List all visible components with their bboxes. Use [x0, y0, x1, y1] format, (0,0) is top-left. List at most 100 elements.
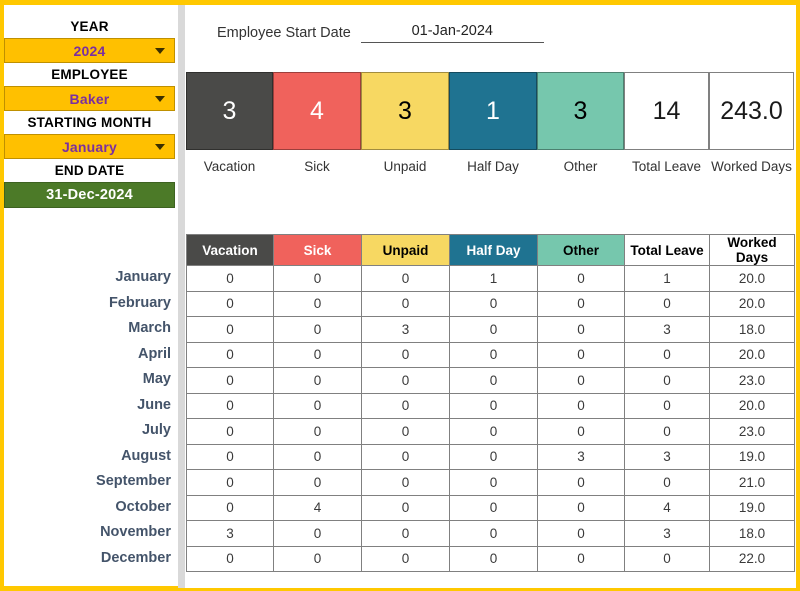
table-cell: 0 [186, 443, 274, 470]
monthly-leave-table-wrap: Vacation Sick Unpaid Half Day Other Total Lea… [186, 234, 795, 572]
table-cell: 22.0 [709, 545, 795, 572]
table-cell: 0 [449, 290, 538, 317]
table-cell: 0 [449, 418, 538, 445]
year-dropdown[interactable]: 2024 [4, 38, 175, 63]
table-cell: 4 [273, 494, 362, 521]
table-cell: 0 [449, 520, 538, 547]
table-body: 0 0 0 1 0 1 20.0 0 0 0 0 0 0 20.0 0 0 3 0 0 3 18.0 0 0 0 0 0 0 20.0… [186, 265, 795, 572]
month-label-july: July [141, 422, 171, 438]
table-cell: 0 [186, 290, 274, 317]
table-cell: 0 [624, 469, 710, 496]
table-cell: 0 [449, 392, 538, 419]
table-cell: 0 [624, 341, 710, 368]
month-label-february: February [108, 294, 171, 311]
end-date-label: END DATE [4, 159, 175, 182]
month-label-september: September [96, 473, 171, 489]
table-cell: 19.0 [709, 443, 795, 470]
table-row: 0 0 0 0 0 0 21.0 [186, 469, 795, 496]
table-header-row: Vacation Sick Unpaid Half Day Other Total Lea… [186, 234, 795, 266]
table-cell: 0 [273, 418, 362, 445]
starting-month-dropdown[interactable]: January [4, 134, 175, 159]
month-label-october: October [115, 498, 171, 515]
table-row: 0 0 3 0 0 3 18.0 [186, 316, 795, 343]
starting-month-label: STARTING MONTH [4, 111, 175, 134]
panel-divider [178, 5, 185, 588]
table-cell: 0 [361, 290, 450, 317]
table-cell: 0 [537, 520, 625, 547]
table-cell: 3 [624, 443, 710, 470]
table-cell: 23.0 [709, 367, 795, 394]
table-cell: 1 [624, 265, 710, 292]
table-cell: 0 [449, 469, 538, 496]
table-cell: 0 [537, 265, 625, 292]
table-cell: 0 [449, 341, 538, 368]
table-cell: 20.0 [709, 341, 795, 368]
table-row: 0 4 0 0 0 4 19.0 [186, 494, 795, 521]
table-cell: 0 [449, 494, 538, 521]
table-cell: 0 [186, 469, 274, 496]
kpi-card-total-leave: 14 Total Leave [624, 72, 709, 182]
table-cell: 0 [449, 443, 538, 470]
table-cell: 0 [273, 265, 362, 292]
table-cell: 0 [361, 367, 450, 394]
kpi-label: Worked Days [709, 150, 794, 182]
table-cell: 0 [361, 443, 450, 470]
table-cell: 0 [449, 367, 538, 394]
table-cell: 3 [537, 443, 625, 470]
table-cell: 0 [537, 341, 625, 368]
table-cell: 0 [449, 545, 538, 572]
table-cell: 19.0 [709, 494, 795, 521]
table-cell: 0 [273, 341, 362, 368]
table-cell: 1 [449, 265, 538, 292]
table-cell: 0 [273, 443, 362, 470]
table-cell: 0 [537, 545, 625, 572]
table-cell: 0 [449, 316, 538, 343]
table-cell: 20.0 [709, 392, 795, 419]
kpi-card-row: 3 Vacation 4 Sick 3 Unpaid 1 Half Day 3 Other 14 To… [186, 72, 794, 182]
table-cell: 0 [537, 392, 625, 419]
month-label-november: November [100, 524, 171, 540]
table-cell: 0 [186, 265, 274, 292]
table-cell: 3 [624, 316, 710, 343]
table-cell: 0 [186, 494, 274, 521]
kpi-value: 14 [624, 72, 709, 150]
month-label-june: June [137, 396, 171, 413]
table-cell: 0 [624, 418, 710, 445]
month-label-column: January February March April May June July Augu… [4, 265, 176, 571]
column-header-other: Other [537, 234, 625, 266]
kpi-label: Half Day [449, 150, 537, 182]
table-cell: 0 [361, 494, 450, 521]
kpi-value: 3 [537, 72, 624, 150]
table-cell: 20.0 [709, 265, 795, 292]
table-cell: 0 [537, 494, 625, 521]
month-label-january: January [115, 269, 171, 285]
chevron-down-icon[interactable] [155, 47, 165, 54]
table-cell: 18.0 [709, 520, 795, 547]
table-cell: 0 [273, 290, 362, 317]
table-cell: 0 [361, 469, 450, 496]
table-cell: 0 [624, 290, 710, 317]
month-label-august: August [121, 447, 171, 464]
kpi-card-worked-days: 243.0 Worked Days [709, 72, 794, 182]
kpi-card-sick: 4 Sick [273, 72, 361, 182]
kpi-value: 243.0 [709, 72, 794, 150]
year-label: YEAR [4, 15, 175, 38]
month-label-may: May [142, 371, 171, 387]
table-cell: 0 [273, 469, 362, 496]
table-cell: 0 [361, 545, 450, 572]
chevron-down-icon[interactable] [155, 143, 165, 150]
table-cell: 0 [361, 418, 450, 445]
table-cell: 0 [624, 367, 710, 394]
employee-dropdown[interactable]: Baker [4, 86, 175, 111]
table-cell: 0 [186, 367, 274, 394]
monthly-leave-table: Vacation Sick Unpaid Half Day Other Total Lea… [186, 234, 795, 572]
table-cell: 20.0 [709, 290, 795, 317]
chevron-down-icon[interactable] [155, 95, 165, 102]
employee-dropdown-value: Baker [69, 90, 110, 107]
kpi-label: Unpaid [361, 150, 449, 182]
table-row: 0 0 0 1 0 1 20.0 [186, 265, 795, 292]
table-cell: 0 [361, 341, 450, 368]
table-cell: 0 [624, 545, 710, 572]
table-cell: 23.0 [709, 418, 795, 445]
main-panel: Employee Start Date 01-Jan-2024 3 Vacatio… [185, 5, 796, 588]
